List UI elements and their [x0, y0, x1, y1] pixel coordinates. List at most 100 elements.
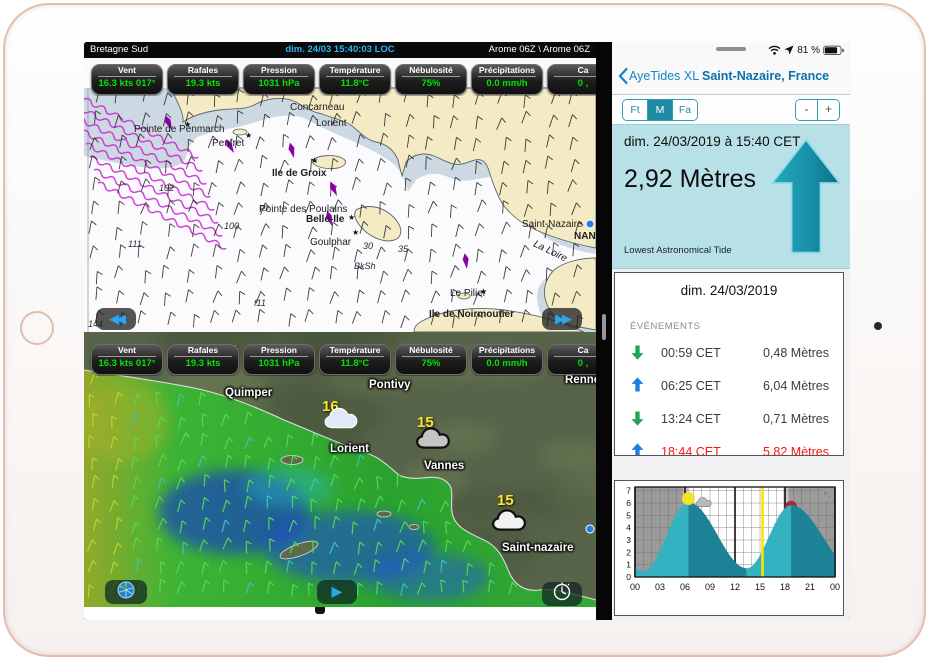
weather-box-label: Précipitations — [472, 65, 542, 76]
split-handle-pill[interactable] — [716, 47, 746, 51]
clock-icon — [552, 582, 572, 602]
weather-box-label: Rafales — [168, 345, 238, 356]
unit-segment-fa[interactable]: Fa — [673, 100, 697, 120]
event-time: 18:44 CET — [661, 445, 721, 456]
depth-label: 102 — [159, 183, 174, 193]
weather-box-value: 19.3 kts — [168, 357, 238, 370]
weather-box-label: Pression — [244, 345, 314, 356]
svg-text:09: 09 — [705, 582, 715, 592]
nautical-chart-map[interactable]: ConcarneauLorientPointe de PenmarchPenfr… — [84, 58, 596, 332]
zoom-in-button[interactable]: + — [818, 100, 839, 120]
globe-button[interactable] — [105, 580, 147, 604]
event-time: 13:24 CET — [661, 412, 721, 426]
svg-text:1: 1 — [626, 560, 631, 570]
city-label: Quimper — [225, 387, 272, 399]
cloud-icon — [416, 426, 450, 450]
place-label: Belle-Ile — [306, 214, 344, 225]
weather-box-value: 1031 hPa — [244, 357, 314, 370]
weather-titlebar: Bretagne Sud dim. 24/03 15:40:03 LOC Aro… — [84, 42, 596, 58]
cloud-icon — [324, 406, 358, 430]
back-chevron-icon[interactable] — [618, 68, 628, 84]
weather-box-ca[interactable]: Ca0 , — [547, 344, 596, 375]
place-label: Goulphar — [310, 237, 351, 248]
place-label: Ile de Noirmoutier — [429, 309, 514, 320]
screenshot-stage: Bretagne Sud dim. 24/03 15:40:03 LOC Aro… — [0, 0, 927, 658]
weather-box-value: 19.3 kts — [168, 77, 238, 90]
home-button[interactable] — [20, 311, 54, 345]
weather-box-value: 16.3 kts 017° — [92, 77, 162, 90]
weather-box-value: 75% — [396, 77, 466, 90]
unit-controls-row: FtMFa - + — [612, 95, 850, 124]
lighthouse-star-icon: ★ — [352, 228, 359, 237]
time-button[interactable] — [542, 582, 582, 606]
svg-text:06: 06 — [680, 582, 690, 592]
tide-chart-card: 76543210000306091215182100 — [614, 480, 844, 616]
nautical-chart-canvas — [84, 58, 596, 332]
svg-text:15: 15 — [755, 582, 765, 592]
lighthouse-star-icon: ★ — [245, 131, 252, 140]
tide-event-row: 13:24 CET0,71 Mètres — [615, 405, 843, 435]
rising-tide-arrow-icon — [770, 131, 842, 259]
weather-box-rafales[interactable]: Rafales19.3 kts — [167, 344, 239, 375]
city-label: Pontivy — [369, 379, 411, 391]
lighthouse-star-icon: ★ — [184, 120, 191, 129]
place-label: Saint-Nazaire — [522, 219, 583, 230]
back-button[interactable]: AyeTides XL — [629, 69, 699, 83]
current-height: 2,92 Mètres — [624, 165, 756, 194]
place-label: Pointe de Penmarch — [134, 124, 225, 135]
weather-box-value: 0 , — [548, 357, 596, 370]
wifi-icon — [768, 45, 781, 55]
event-height: 0,48 Mètres — [763, 346, 829, 360]
next-frame-button[interactable]: ▶▶ — [542, 308, 582, 330]
event-height: 6,04 Mètres — [763, 379, 829, 393]
weather-box-label: Vent — [92, 65, 162, 76]
splitview-drag-handle[interactable] — [602, 314, 606, 340]
weather-box-value: 11.8°C — [320, 77, 390, 90]
temperature-label: 15 — [497, 492, 514, 509]
zoom-out-button[interactable]: - — [796, 100, 818, 120]
high-tide-arrow-icon — [631, 443, 644, 456]
place-label: Lorient — [316, 118, 347, 129]
weather-box-nébulosité[interactable]: Nébulosité75% — [395, 344, 467, 375]
weather-box-pression[interactable]: Pression1031 hPa — [243, 344, 315, 375]
unit-segment-ft[interactable]: Ft — [623, 100, 648, 120]
weather-box-value: 75% — [396, 357, 466, 370]
events-card: dim. 24/03/2019 ÉVÉNEMENTS 00:59 CET0,48… — [614, 272, 844, 456]
ipad-device: Bretagne Sud dim. 24/03 15:40:03 LOC Aro… — [3, 3, 926, 657]
depth-label: 30 — [363, 241, 373, 251]
model-label: Arome 06Z \ Arome 06Z — [489, 44, 590, 55]
svg-text:7: 7 — [626, 486, 631, 496]
weather-box-label: Température — [320, 345, 390, 356]
event-time: 06:25 CET — [661, 379, 721, 393]
satellite-wind-map[interactable]: QuimperPontivyLorientVannesSaint-nazaire… — [84, 332, 596, 607]
splitview-divider[interactable] — [596, 42, 612, 620]
ayetides-app: 81 % AyeTides XL Saint-Nazaire, France F… — [612, 42, 850, 620]
event-height: 5,82 Mètres — [763, 445, 829, 456]
station-title: Saint-Nazaire, France — [702, 69, 829, 83]
play-animation-button[interactable]: ▶ — [317, 580, 357, 604]
weather-box-rafales[interactable]: Rafales19.3 kts — [167, 64, 239, 95]
bottom-notch — [315, 607, 325, 614]
weather-box-ca[interactable]: Ca0 , — [547, 64, 596, 95]
weather-box-label: Nébulosité — [396, 65, 466, 76]
place-label: Ile de Groix — [272, 168, 326, 179]
weather-box-température[interactable]: Température11.8°C — [319, 344, 391, 375]
weather-box-température[interactable]: Température11.8°C — [319, 64, 391, 95]
prev-frame-button[interactable]: ◀◀ — [96, 308, 136, 330]
nav-bar: AyeTides XL Saint-Nazaire, France — [612, 58, 850, 95]
weather-box-label: Ca — [548, 345, 596, 356]
weather-box-précipitations[interactable]: Précipitations0.0 mm/h — [471, 64, 543, 95]
unit-segmented-control: FtMFa — [622, 99, 698, 121]
weather-box-value: 0 , — [548, 77, 596, 90]
cloud-icon — [492, 508, 526, 532]
weather-box-nébulosité[interactable]: Nébulosité75% — [395, 64, 467, 95]
lighthouse-star-icon: ★ — [480, 287, 487, 296]
svg-text:4: 4 — [626, 523, 631, 533]
svg-text:12: 12 — [730, 582, 740, 592]
weather-box-value: 0.0 mm/h — [472, 357, 542, 370]
weather-box-vent[interactable]: Vent16.3 kts 017° — [91, 64, 163, 95]
unit-segment-m[interactable]: M — [648, 100, 673, 120]
weather-box-pression[interactable]: Pression1031 hPa — [243, 64, 315, 95]
weather-box-précipitations[interactable]: Précipitations0.0 mm/h — [471, 344, 543, 375]
weather-box-vent[interactable]: Vent16.3 kts 017° — [91, 344, 163, 375]
